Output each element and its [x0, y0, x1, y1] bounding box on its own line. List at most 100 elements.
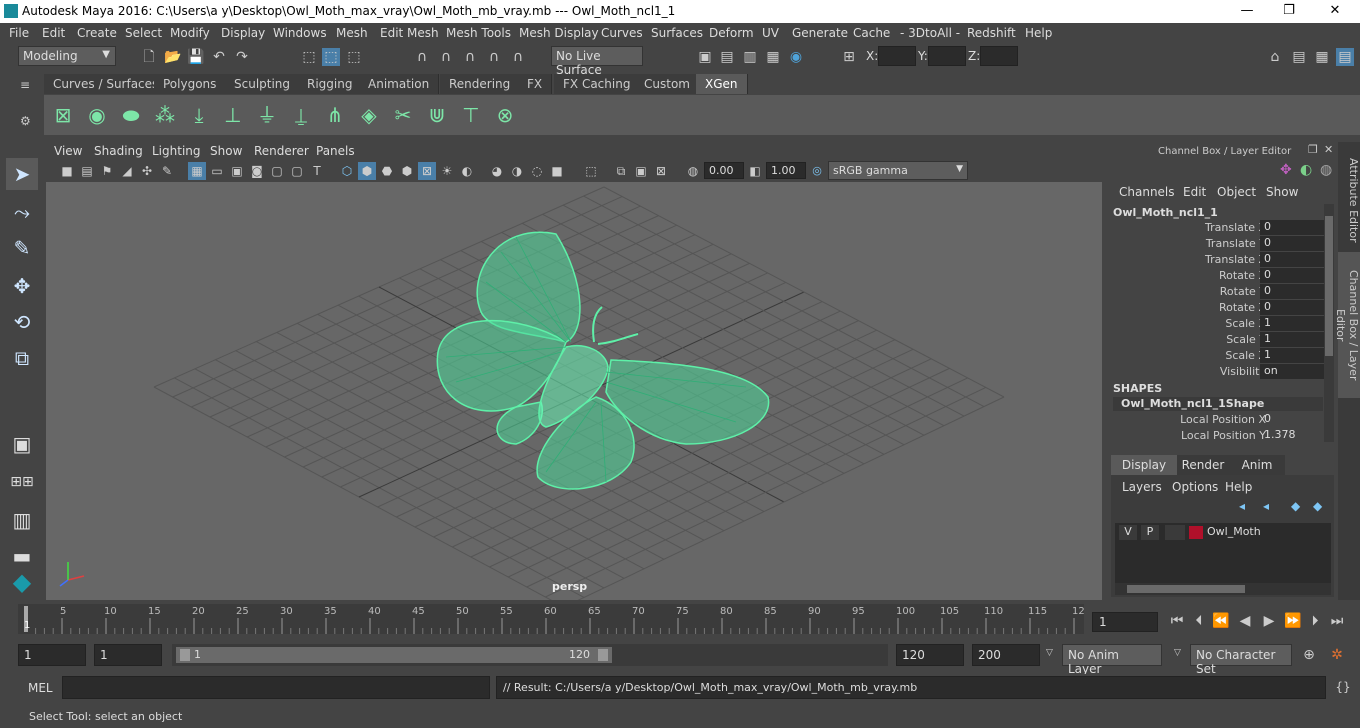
x-coord-field[interactable]: [878, 46, 916, 66]
layer-scrollbar-thumb[interactable]: [1127, 585, 1245, 593]
channel-row[interactable]: Scale Y1: [1108, 332, 1324, 348]
viewport-menu-renderer[interactable]: Renderer: [254, 144, 309, 158]
anti-aliasing-icon[interactable]: ◌: [528, 162, 546, 180]
shelf-tab-rigging[interactable]: Rigging: [298, 74, 363, 94]
menu-uv[interactable]: UV: [762, 26, 779, 40]
2d-pan-zoom-icon[interactable]: ✣: [138, 162, 156, 180]
exposure-icon[interactable]: ◍: [684, 162, 702, 180]
channel-box-toggle-icon[interactable]: ▤: [1336, 48, 1354, 66]
menu-create[interactable]: Create: [77, 26, 117, 40]
guide-view-icon[interactable]: ⏚: [252, 100, 282, 130]
render-settings-icon[interactable]: ▦: [764, 48, 782, 66]
layer-color-swatch[interactable]: [1189, 526, 1203, 539]
textured-icon[interactable]: ⬢: [398, 162, 416, 180]
layer-tab-render[interactable]: Render: [1177, 455, 1229, 475]
safe-title-icon[interactable]: T: [308, 162, 326, 180]
depth-of-field-icon[interactable]: ■: [548, 162, 566, 180]
workspace-icon[interactable]: ⌂: [1266, 48, 1284, 66]
mel-label[interactable]: MEL: [28, 681, 53, 695]
wireframe-on-shaded-icon[interactable]: ⬣: [378, 162, 396, 180]
playback-start-field[interactable]: 1: [94, 644, 162, 666]
add-guides-icon[interactable]: ⁂: [150, 100, 180, 130]
lights-icon[interactable]: ☀: [438, 162, 456, 180]
select-tool-icon[interactable]: ➤: [6, 158, 38, 190]
snap-view-icon[interactable]: ∩: [485, 48, 503, 66]
wireframe-icon[interactable]: ⬡: [338, 162, 356, 180]
attribute-editor-tab[interactable]: Attribute Editor: [1338, 152, 1360, 248]
cut-guides-icon[interactable]: ✂: [388, 100, 418, 130]
shelf-tab-xgen[interactable]: XGen: [696, 74, 748, 94]
bookmark-icon[interactable]: ⚑: [98, 162, 116, 180]
shelf-tab-sculpting[interactable]: Sculpting: [225, 74, 301, 94]
step-forward-frame-icon[interactable]: ⏵: [1306, 612, 1324, 630]
viewport-menu-show[interactable]: Show: [210, 144, 242, 158]
menu-help[interactable]: Help: [1025, 26, 1052, 40]
float-panel-icon[interactable]: ❐: [1308, 143, 1318, 156]
guide-brush-icon[interactable]: ⋔: [320, 100, 350, 130]
xgen-preview-icon[interactable]: ◉: [82, 100, 112, 130]
layer-scrollbar[interactable]: [1115, 583, 1331, 595]
play-backwards-icon[interactable]: ◀: [1236, 612, 1254, 630]
channel-row[interactable]: Local Position X0: [1108, 412, 1324, 428]
channel-row[interactable]: Translate Z0: [1108, 252, 1324, 268]
shelf-tab-fx-caching[interactable]: FX Caching: [554, 74, 641, 94]
channels-object-menu[interactable]: Object: [1217, 185, 1256, 199]
viewport-menu-lighting[interactable]: Lighting: [152, 144, 201, 158]
layer-type-toggle[interactable]: [1165, 525, 1185, 540]
transform-mode-icon[interactable]: ⊞: [840, 48, 858, 66]
keying-icon[interactable]: ◐: [1300, 162, 1312, 178]
animation-end-field[interactable]: 200: [972, 644, 1040, 666]
frame-all-icon[interactable]: ▣: [632, 162, 650, 180]
menu-edit-mesh[interactable]: Edit Mesh: [380, 26, 439, 40]
snap-grid-icon[interactable]: ∩: [413, 48, 431, 66]
channel-row[interactable]: Rotate X0: [1108, 268, 1324, 284]
minimize-button[interactable]: —: [1238, 2, 1256, 20]
gate-mask-icon[interactable]: ◙: [248, 162, 266, 180]
frame-selected-icon[interactable]: ⧉: [612, 162, 630, 180]
anim-layer-dropdown[interactable]: No Anim Layer: [1062, 644, 1162, 676]
channels-menu[interactable]: Channels: [1119, 185, 1175, 199]
channel-row[interactable]: Scale Z1: [1108, 348, 1324, 364]
menu-cache[interactable]: Cache: [853, 26, 890, 40]
playback-end-field[interactable]: 120: [896, 644, 964, 666]
gamma-icon[interactable]: ◧: [746, 162, 764, 180]
gamma-field[interactable]: 1.00: [766, 162, 806, 179]
layer-tab-anim[interactable]: Anim: [1229, 455, 1285, 475]
animation-preferences-icon[interactable]: ✲: [1328, 646, 1346, 664]
motion-blur-icon[interactable]: ◑: [508, 162, 526, 180]
open-scene-icon[interactable]: 📂: [164, 48, 182, 66]
layers-menu[interactable]: Layers: [1122, 480, 1162, 494]
channel-row[interactable]: Translate X0: [1108, 220, 1324, 236]
move-layer-down-icon[interactable]: ◂: [1263, 499, 1269, 513]
layer-visibility-toggle[interactable]: V: [1119, 525, 1137, 540]
axis-channel-icon[interactable]: ✥: [1280, 162, 1292, 178]
shelf-menu[interactable]: ≡ ⚙: [18, 78, 38, 134]
step-back-key-icon[interactable]: ⏪: [1212, 612, 1230, 630]
select-object-icon[interactable]: ⬚: [322, 48, 340, 66]
channel-row[interactable]: Visibility on: [1108, 364, 1324, 380]
play-forwards-icon[interactable]: ▶: [1260, 612, 1278, 630]
character-set-dropdown[interactable]: No Character Set: [1190, 644, 1292, 676]
shelf-menu-icon[interactable]: ≡: [20, 78, 30, 92]
render-view-icon[interactable]: ▣: [696, 48, 714, 66]
new-scene-icon[interactable]: 🗋: [140, 48, 158, 66]
new-layer-icon[interactable]: ◆: [1291, 499, 1300, 513]
layer-options-menu[interactable]: Options: [1172, 480, 1218, 494]
step-back-frame-icon[interactable]: ⏴: [1190, 612, 1208, 630]
menu-curves[interactable]: Curves: [601, 26, 643, 40]
comb-guides-icon[interactable]: ⋓: [422, 100, 452, 130]
range-start-grip[interactable]: [180, 649, 190, 661]
paint-select-tool-icon[interactable]: ✎: [6, 232, 38, 264]
perspective-viewport[interactable]: persp: [46, 182, 1102, 600]
channel-box-tab[interactable]: Channel Box / Layer Editor: [1334, 252, 1360, 398]
channel-scrollbar-thumb[interactable]: [1325, 216, 1333, 356]
viewport-menu-shading[interactable]: Shading: [94, 144, 143, 158]
shelf-tab-animation[interactable]: Animation: [359, 74, 440, 94]
menu-mesh-tools[interactable]: Mesh Tools: [446, 26, 511, 40]
isolate-select-icon[interactable]: ⬚: [582, 162, 600, 180]
shelf-tab-curves-surfaces[interactable]: Curves / Surfaces: [44, 74, 169, 94]
current-frame-field[interactable]: 1: [1092, 612, 1158, 632]
shelf-tab-fx[interactable]: FX: [518, 74, 553, 94]
snap-curve-icon[interactable]: ∩: [437, 48, 455, 66]
color-space-dropdown[interactable]: sRGB gamma ▼: [828, 161, 968, 180]
